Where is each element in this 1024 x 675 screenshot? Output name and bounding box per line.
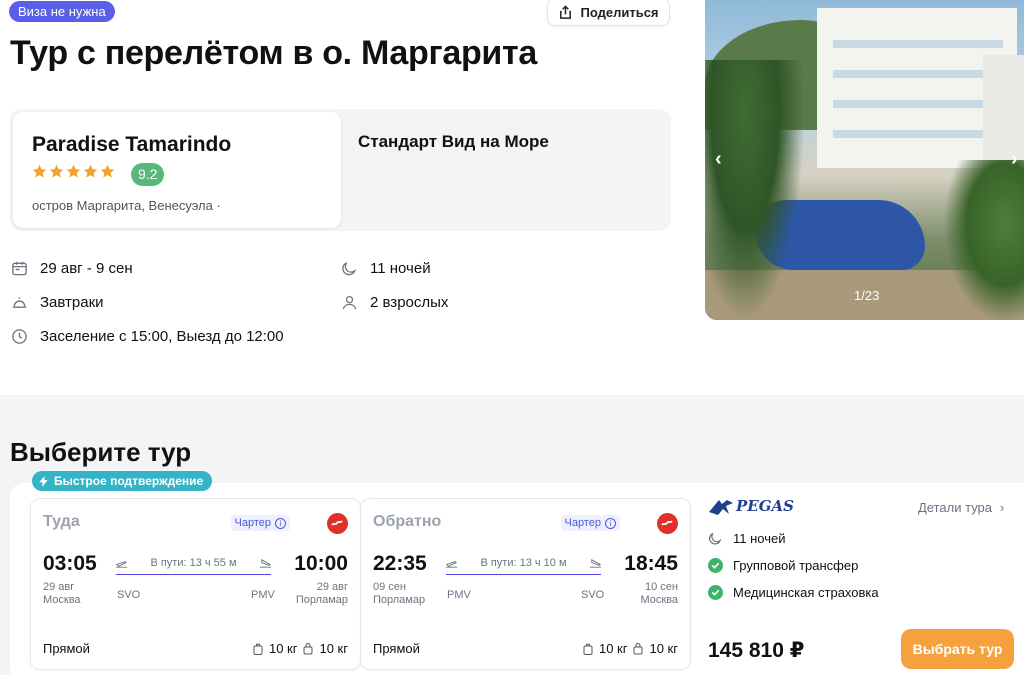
tour-price: 145 810 ₽ xyxy=(708,639,805,662)
arrival-date: 10 сен Москва xyxy=(640,581,678,606)
departure-airport-code: SVO xyxy=(117,589,141,601)
takeoff-icon xyxy=(115,561,128,568)
page-title: Тур с перелётом в о. Маргарита xyxy=(10,34,537,72)
charter-badge[interactable]: Чартер i xyxy=(230,515,290,531)
bag-icon xyxy=(303,642,313,654)
star-icon xyxy=(83,164,98,178)
nights-text: 11 ночей xyxy=(370,260,431,277)
fast-confirmation-badge: Быстрое подтверждение xyxy=(32,471,213,491)
check-icon xyxy=(708,558,723,573)
bag-icon xyxy=(633,642,643,654)
meals-text: Завтраки xyxy=(40,294,104,311)
hotel-name[interactable]: Paradise Tamarindo xyxy=(32,133,231,157)
landing-icon xyxy=(259,558,272,568)
chevron-left-icon[interactable]: ‹ xyxy=(715,148,722,171)
tour-header-section: Виза не нужна Поделиться Тур с перелётом… xyxy=(0,0,1024,395)
dates-text: 29 авг - 9 сен xyxy=(40,260,133,277)
arrival-date: 29 авг Порламар xyxy=(295,581,348,606)
share-label: Поделиться xyxy=(580,4,659,20)
guests-info: 2 взрослых xyxy=(341,294,448,311)
star-icon xyxy=(66,164,81,178)
info-icon: i xyxy=(275,517,286,529)
star-icon xyxy=(32,164,47,178)
hotel-card[interactable]: Paradise Tamarindo 9.2 остров Маргарита,… xyxy=(13,112,341,228)
guests-text: 2 взрослых xyxy=(370,294,449,311)
arrival-time: 10:00 xyxy=(294,552,348,575)
suitcase-icon xyxy=(583,643,593,655)
baggage-info: 10 кг 10 кг xyxy=(253,641,348,656)
moon-icon xyxy=(709,532,722,545)
tour-nights: 11 ночей xyxy=(708,531,786,546)
visa-badge: Виза не нужна xyxy=(9,1,115,22)
flight-type: Прямой xyxy=(373,641,420,656)
departure-date: 29 авг Москва xyxy=(43,581,81,606)
tour-insurance: Медицинская страховка xyxy=(708,585,879,600)
moon-icon xyxy=(342,262,357,276)
meals-info: Завтраки xyxy=(11,294,104,311)
section-title: Выберите тур xyxy=(10,437,192,467)
takeoff-icon xyxy=(445,561,458,568)
flight-direction: Обратно xyxy=(373,513,442,530)
food-cloche-icon xyxy=(12,297,27,308)
flight-duration: В пути: 13 ч 10 м xyxy=(445,557,602,575)
star-icon xyxy=(49,164,64,178)
info-icon: i xyxy=(605,517,616,529)
nights-info: 11 ночей xyxy=(341,260,431,277)
hotel-location: остров Маргарита, Венесуэла · xyxy=(32,198,221,213)
flight-card-return[interactable]: Обратно Чартер i 22:35 09 сен Порламар В … xyxy=(360,498,691,670)
suitcase-icon xyxy=(253,643,263,655)
airline-logo-icon xyxy=(327,513,348,534)
arrival-airport-code: SVO xyxy=(581,589,605,601)
chevron-right-icon: › xyxy=(1000,500,1005,515)
person-icon xyxy=(342,295,357,310)
baggage-info: 10 кг 10 кг xyxy=(583,641,678,656)
flight-type: Прямой xyxy=(43,641,90,656)
airline-logo-icon xyxy=(657,513,678,534)
dates-info: 29 авг - 9 сен xyxy=(11,260,133,277)
rating-badge: 9.2 xyxy=(131,163,165,186)
chevron-right-icon[interactable]: › xyxy=(1011,148,1018,171)
clock-icon xyxy=(12,329,27,344)
pegasus-logo-icon xyxy=(709,499,733,515)
charter-badge[interactable]: Чартер i xyxy=(560,515,620,531)
room-type: Стандарт Вид на Море xyxy=(358,132,549,151)
landing-icon xyxy=(589,558,602,568)
departure-time: 22:35 xyxy=(373,552,427,575)
checkin-info: Заселение с 15:00, Выезд до 12:00 xyxy=(11,328,284,345)
flight-duration: В пути: 13 ч 55 м xyxy=(115,557,272,575)
operator-logo: PEGAS xyxy=(708,497,794,515)
hotel-summary: Paradise Tamarindo 9.2 остров Маргарита,… xyxy=(10,109,671,231)
hotel-stars xyxy=(32,164,115,179)
check-icon xyxy=(708,585,723,600)
arrival-airport-code: PMV xyxy=(251,589,275,601)
arrival-time: 18:45 xyxy=(624,552,678,575)
share-button[interactable]: Поделиться xyxy=(547,0,670,26)
lightning-icon xyxy=(39,475,48,487)
hotel-photo-gallery[interactable]: ‹ › 1/23 xyxy=(705,0,1024,320)
share-icon xyxy=(560,4,572,19)
fast-badge-label: Быстрое подтверждение xyxy=(54,474,204,488)
tour-transfer: Групповой трансфер xyxy=(708,558,858,573)
choose-tour-button[interactable]: Выбрать тур xyxy=(901,629,1014,669)
checkin-text: Заселение с 15:00, Выезд до 12:00 xyxy=(40,328,284,345)
departure-airport-code: PMV xyxy=(447,589,471,601)
departure-time: 03:05 xyxy=(43,552,97,575)
calendar-icon xyxy=(12,261,27,276)
flight-card-outbound[interactable]: Туда Чартер i 03:05 29 авг Москва В пути:… xyxy=(30,498,361,670)
flight-direction: Туда xyxy=(43,513,80,530)
departure-date: 09 сен Порламар xyxy=(373,581,426,606)
gallery-counter: 1/23 xyxy=(854,288,880,303)
star-icon xyxy=(100,164,115,178)
tour-details-link[interactable]: Детали тура › xyxy=(918,500,1004,515)
